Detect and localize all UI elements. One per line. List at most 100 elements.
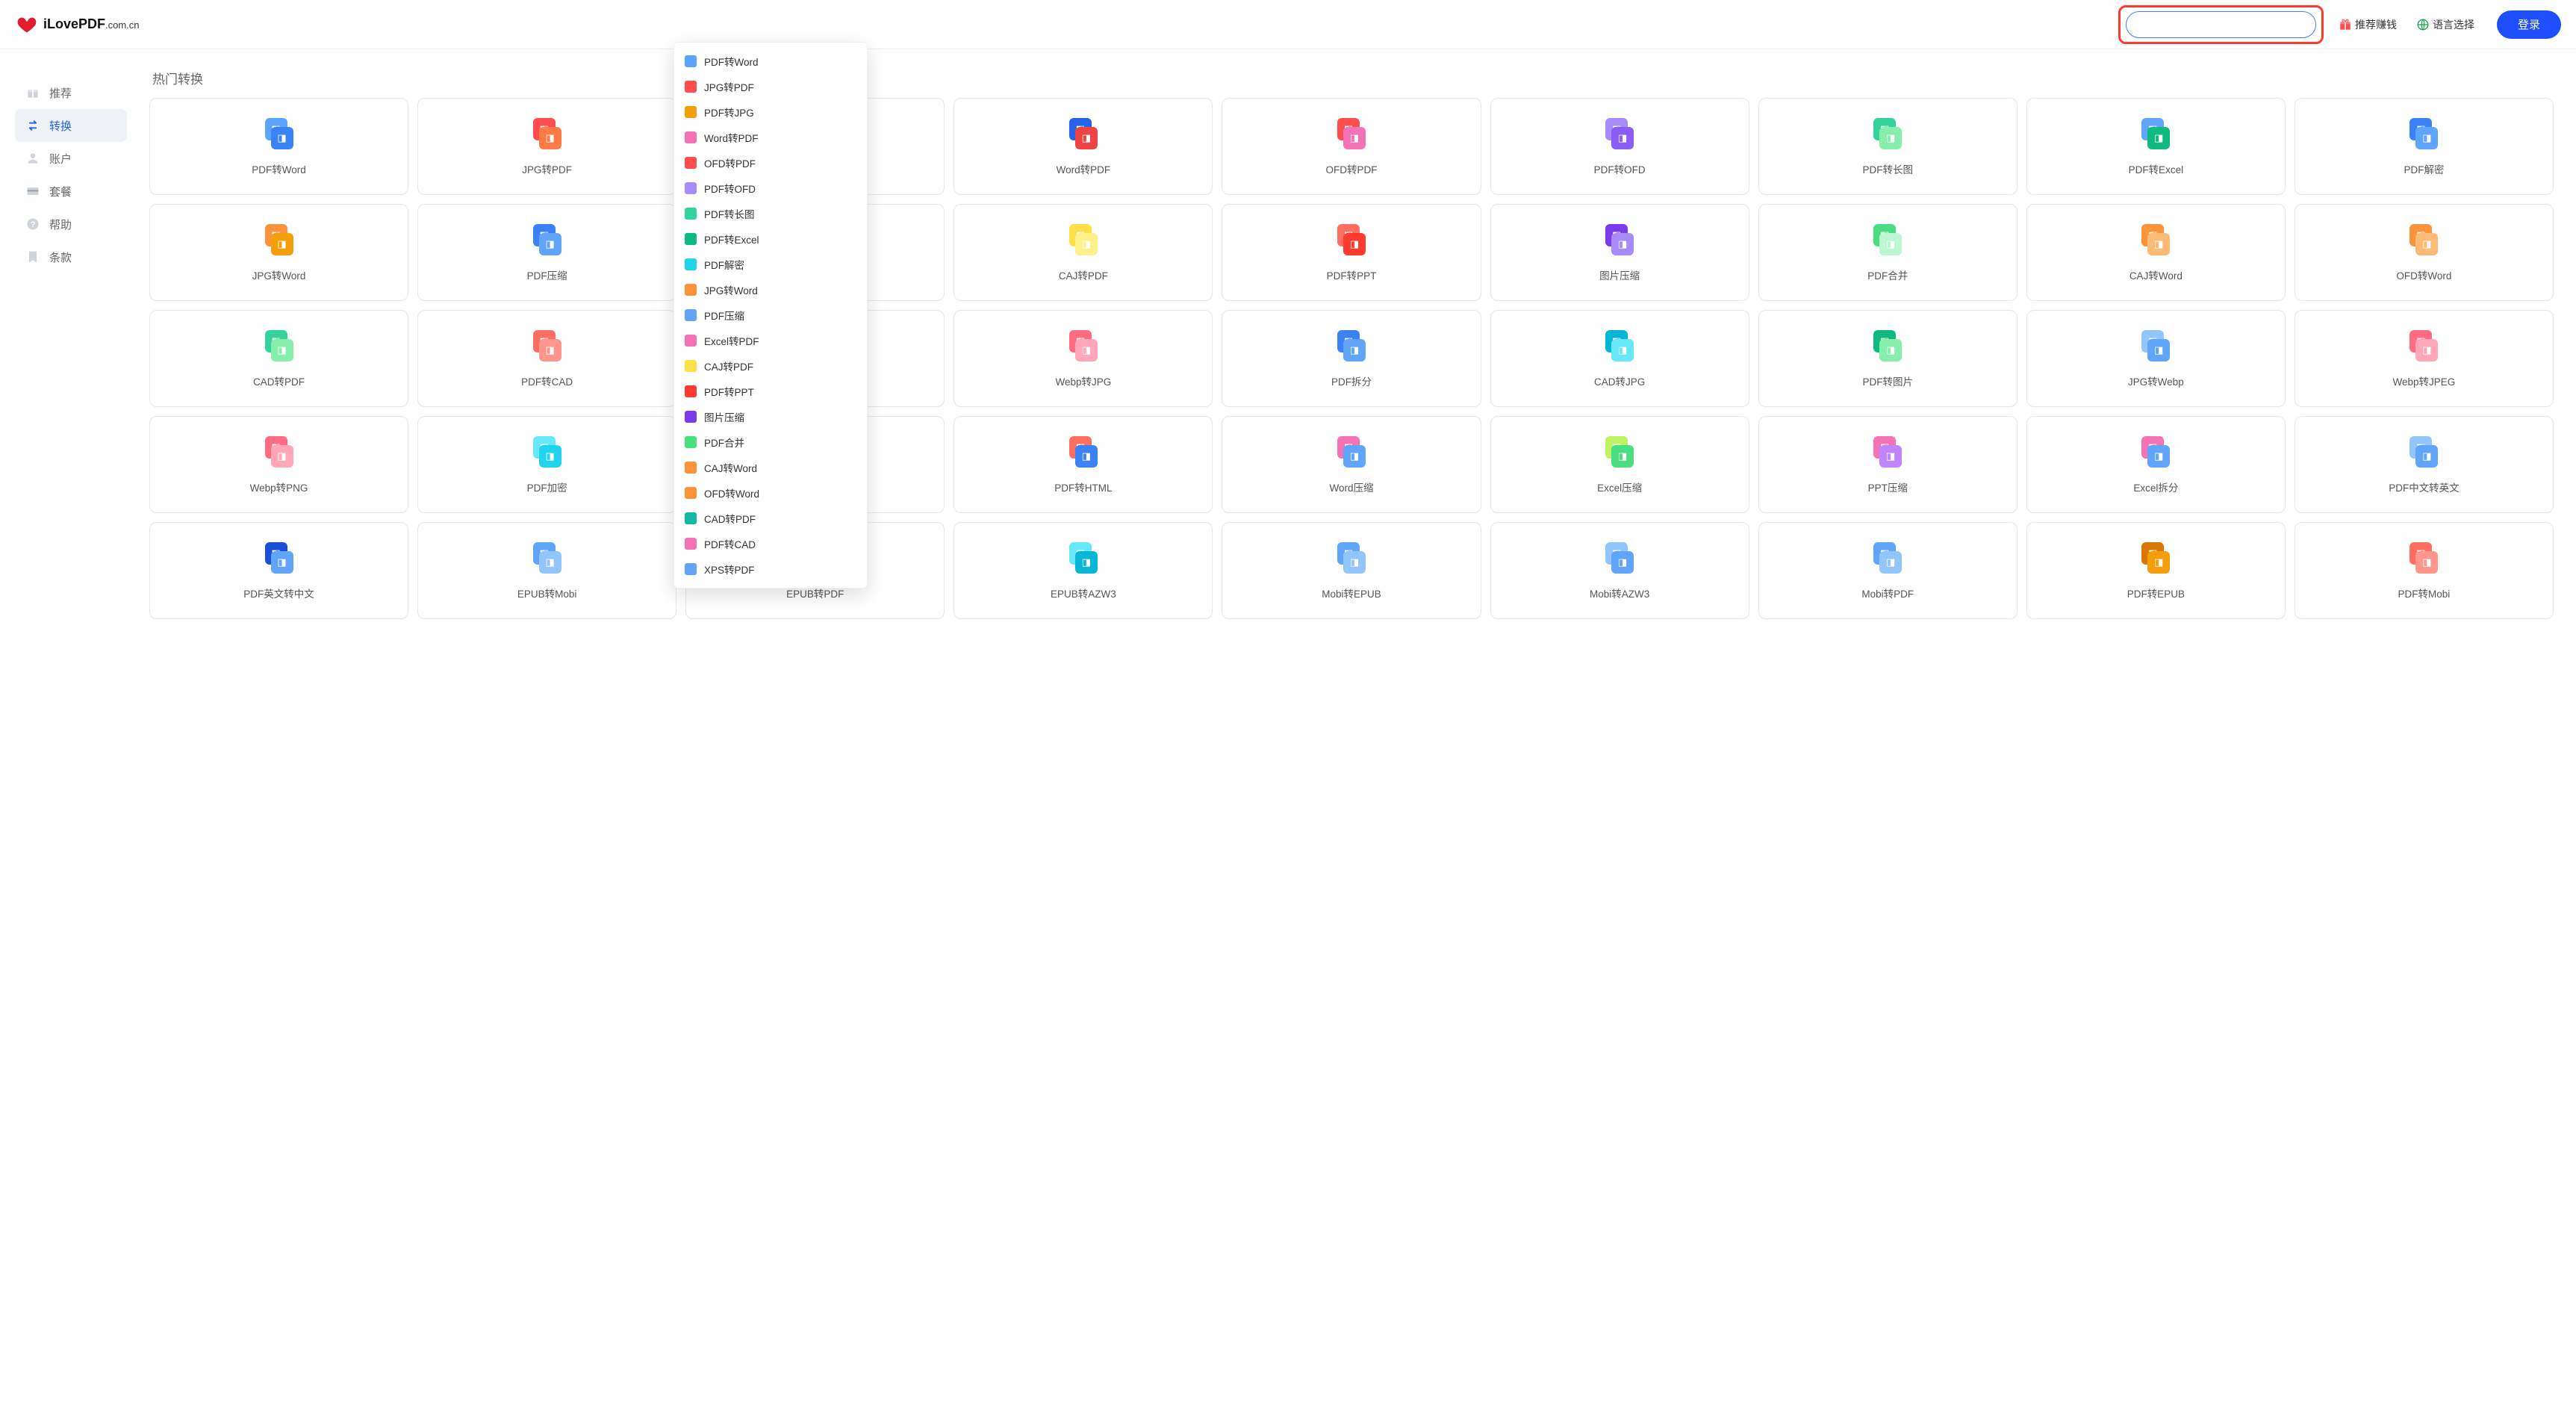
- suggestion-item[interactable]: 图片压缩: [674, 404, 867, 429]
- tool-card-icon: ◧◨: [1334, 541, 1369, 575]
- search-input[interactable]: [2126, 11, 2316, 38]
- globe-icon: [2416, 18, 2430, 31]
- tool-card[interactable]: ◧◨CAD转JPG: [1490, 310, 1749, 407]
- suggestion-item[interactable]: PDF转Excel: [674, 226, 867, 252]
- tool-card-icon: ◧◨: [1066, 223, 1101, 257]
- suggestion-item[interactable]: PDF合并: [674, 429, 867, 455]
- suggestion-item[interactable]: PDF转CAD: [674, 531, 867, 556]
- tool-card[interactable]: ◧◨JPG转Webp: [2026, 310, 2286, 407]
- tool-card[interactable]: ◧◨PDF转Word: [149, 98, 408, 195]
- tool-card[interactable]: ◧◨CAJ转Word: [2026, 204, 2286, 301]
- tool-card-icon: ◧◨: [530, 223, 564, 257]
- sidebar-item-convert[interactable]: 转换: [15, 109, 127, 142]
- tool-card[interactable]: ◧◨Excel拆分: [2026, 416, 2286, 513]
- suggestion-item[interactable]: CAJ转PDF: [674, 353, 867, 379]
- tool-card[interactable]: ◧◨Word转PDF: [953, 98, 1213, 195]
- tool-card[interactable]: ◧◨ PDF加密: [417, 416, 676, 513]
- tool-card[interactable]: ◧◨图片压缩: [1490, 204, 1749, 301]
- tool-card[interactable]: ◧◨Mobi转EPUB: [1222, 522, 1481, 619]
- tool-card[interactable]: ◧◨OFD转PDF: [1222, 98, 1481, 195]
- login-button[interactable]: 登录: [2497, 10, 2561, 39]
- tool-card[interactable]: ◧◨PDF中文转英文: [2295, 416, 2554, 513]
- suggestion-item[interactable]: CAD转PDF: [674, 506, 867, 531]
- tool-card[interactable]: ◧◨Webp转PNG: [149, 416, 408, 513]
- user-icon: [25, 151, 40, 166]
- suggestion-item[interactable]: JPG转Word: [674, 277, 867, 302]
- tool-card-label: 图片压缩: [1595, 267, 1644, 282]
- tool-card-icon: ◧◨: [530, 435, 564, 469]
- tool-card-icon: ◧◨: [2407, 329, 2441, 363]
- tool-card[interactable]: ◧◨Word压缩: [1222, 416, 1481, 513]
- tool-card[interactable]: ◧◨EPUB转Mobi: [417, 522, 676, 619]
- app-header: iLovePDF.com.cn 推荐赚钱 语言选择 登录: [0, 0, 2576, 49]
- tool-card[interactable]: ◧◨PDF转Excel: [2026, 98, 2286, 195]
- file-icon: [685, 81, 697, 93]
- suggestion-label: Word转PDF: [704, 130, 759, 145]
- tool-card[interactable]: ◧◨PDF转OFD: [1490, 98, 1749, 195]
- suggestion-item[interactable]: OFD转Word: [674, 480, 867, 506]
- brand-logo[interactable]: iLovePDF.com.cn: [16, 14, 140, 35]
- suggestion-item[interactable]: PDF转长图: [674, 201, 867, 226]
- tool-card[interactable]: ◧◨JPG转Word: [149, 204, 408, 301]
- tool-card[interactable]: ◧◨CAD转PDF: [149, 310, 408, 407]
- language-link[interactable]: 语言选择: [2416, 17, 2474, 32]
- suggestion-item[interactable]: Excel转PDF: [674, 328, 867, 353]
- tool-card-icon: ◧◨: [1066, 329, 1101, 363]
- suggestion-item[interactable]: PDF转PPT: [674, 379, 867, 404]
- brand-suffix: .com.cn: [105, 19, 140, 31]
- tool-card[interactable]: ◧◨Mobi转PDF: [1758, 522, 2017, 619]
- tool-card-icon: ◧◨: [1602, 541, 1637, 575]
- tool-card[interactable]: ◧◨PDF转EPUB: [2026, 522, 2286, 619]
- suggestion-label: PDF转Excel: [704, 232, 759, 246]
- file-icon: [685, 233, 697, 245]
- tool-card[interactable]: ◧◨PDF转长图: [1758, 98, 2017, 195]
- file-icon: [685, 462, 697, 474]
- tool-card[interactable]: ◧◨PDF转HTML: [953, 416, 1213, 513]
- suggestion-item[interactable]: PDF转Word: [674, 49, 867, 74]
- suggestion-item[interactable]: PDF转OFD: [674, 176, 867, 201]
- tool-card[interactable]: ◧◨OFD转Word: [2295, 204, 2554, 301]
- suggestion-item[interactable]: PDF解密: [674, 252, 867, 277]
- tool-card[interactable]: ◧◨Excel压缩: [1490, 416, 1749, 513]
- tool-card-label: OFD转PDF: [1321, 161, 1381, 176]
- sidebar-item-recommend[interactable]: 推荐: [15, 76, 127, 109]
- tool-card[interactable]: ◧◨PDF英文转中文: [149, 522, 408, 619]
- tool-card[interactable]: ◧◨PDF拆分: [1222, 310, 1481, 407]
- file-icon: [685, 131, 697, 143]
- sidebar-item-help[interactable]: ?帮助: [15, 208, 127, 240]
- tool-grid: ◧◨PDF转Word◧◨JPG转PDF◧◨PDF转JPG◧◨Word转PDF◧◨…: [149, 98, 2554, 619]
- tool-card-icon: ◧◨: [1334, 435, 1369, 469]
- tool-card[interactable]: ◧◨CAJ转PDF: [953, 204, 1213, 301]
- suggestion-item[interactable]: XPS转PDF: [674, 556, 867, 582]
- tool-card-label: JPG转Webp: [2124, 373, 2188, 388]
- tool-card[interactable]: ◧◨Webp转JPEG: [2295, 310, 2554, 407]
- tool-card[interactable]: ◧◨PDF解密: [2295, 98, 2554, 195]
- suggestion-item[interactable]: JPG转PDF: [674, 74, 867, 99]
- suggestion-item[interactable]: CAJ转Word: [674, 455, 867, 480]
- sidebar-item-plan[interactable]: 套餐: [15, 175, 127, 208]
- suggestion-item[interactable]: PDF压缩: [674, 302, 867, 328]
- tool-card[interactable]: ◧◨Mobi转AZW3: [1490, 522, 1749, 619]
- suggestion-label: PDF解密: [704, 257, 744, 272]
- suggestion-item[interactable]: PDF转JPG: [674, 99, 867, 125]
- suggestion-item[interactable]: Word转PDF: [674, 125, 867, 150]
- tool-card[interactable]: ◧◨PDF转图片: [1758, 310, 2017, 407]
- promote-link[interactable]: 推荐赚钱: [2339, 17, 2397, 32]
- tool-card[interactable]: ◧◨PDF转Mobi: [2295, 522, 2554, 619]
- tool-card[interactable]: ◧◨PDF转CAD: [417, 310, 676, 407]
- tool-card-label: PDF加密: [523, 479, 572, 494]
- tool-card[interactable]: ◧◨PDF转PPT: [1222, 204, 1481, 301]
- suggestion-label: PDF转JPG: [704, 105, 754, 119]
- sidebar-item-terms[interactable]: 条款: [15, 240, 127, 273]
- tool-card[interactable]: ◧◨JPG转PDF: [417, 98, 676, 195]
- tool-card-label: PDF合并: [1863, 267, 1912, 282]
- suggestion-item[interactable]: OFD转PDF: [674, 150, 867, 176]
- tool-card[interactable]: ◧◨EPUB转AZW3: [953, 522, 1213, 619]
- sidebar-item-account[interactable]: 账户: [15, 142, 127, 175]
- tool-card[interactable]: ◧◨PDF压缩: [417, 204, 676, 301]
- tool-card[interactable]: ◧◨PPT压缩: [1758, 416, 2017, 513]
- suggestion-label: CAJ转Word: [704, 460, 757, 475]
- tool-card[interactable]: ◧◨ PDF合并: [1758, 204, 2017, 301]
- tool-card-icon: ◧◨: [1870, 223, 1905, 257]
- tool-card[interactable]: ◧◨Webp转JPG: [953, 310, 1213, 407]
